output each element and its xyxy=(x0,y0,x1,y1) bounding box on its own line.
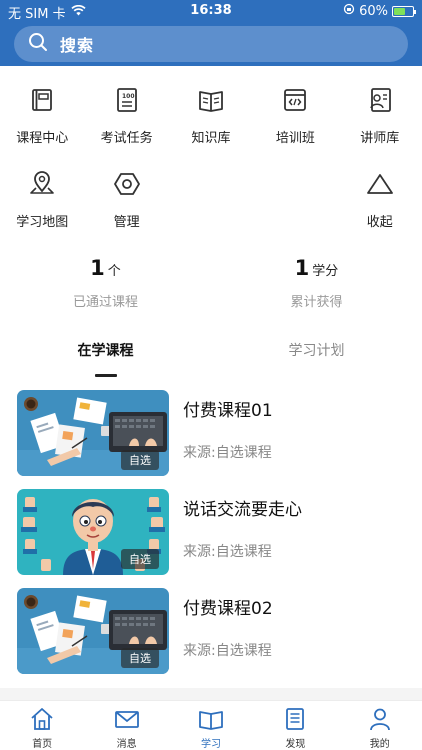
search-icon xyxy=(28,32,48,56)
user-icon xyxy=(369,708,390,731)
grid-item-learning-map[interactable]: 学习地图 xyxy=(0,164,84,248)
stat-passed-courses[interactable]: 1 个 已通过课程 xyxy=(0,256,211,310)
grid-item-training-class[interactable]: 培训班 xyxy=(253,80,337,164)
course-title: 付费课程01 xyxy=(183,401,273,421)
triangle-collapse-icon xyxy=(366,174,393,194)
course-badge: 自选 xyxy=(121,549,159,569)
course-tabs: 在学课程 学习计划 xyxy=(0,340,422,378)
learning-stats: 1 个 已通过课程 1 学分 累计获得 xyxy=(0,256,422,310)
course-source: 来源:自选课程 xyxy=(183,544,272,560)
grid-item-label: 管理 xyxy=(113,215,140,230)
grid-item-course-center[interactable]: 课程中心 xyxy=(0,80,84,164)
grid-item-lecturer[interactable]: 讲师库 xyxy=(338,80,422,164)
course-thumbnail[interactable]: 自选 xyxy=(17,489,169,575)
tab-current-courses[interactable]: 在学课程 xyxy=(0,340,211,378)
tabbar-study[interactable]: 学习 xyxy=(169,701,253,750)
course-thumbnail[interactable]: 自选 xyxy=(17,390,169,476)
function-grid: 课程中心 100 考试任务 知识库 培训班 讲师库 学习地图 管理 收起 xyxy=(0,80,422,248)
stat-unit: 学分 xyxy=(312,264,339,279)
hexagon-settings-icon xyxy=(113,173,140,195)
tabbar-label: 我的 xyxy=(369,739,390,750)
document-icon xyxy=(286,708,305,730)
grid-item-label: 讲师库 xyxy=(360,131,400,146)
tab-label: 学习计划 xyxy=(288,343,345,359)
course-badge: 自选 xyxy=(121,450,159,470)
list-item[interactable]: 自选 说话交流要走心 来源:自选课程 xyxy=(0,487,422,586)
grid-item-label: 学习地图 xyxy=(16,215,69,230)
orientation-lock-icon xyxy=(343,3,355,19)
map-pin-icon xyxy=(30,171,54,194)
course-source: 来源:自选课程 xyxy=(183,643,272,659)
grid-item-collapse[interactable]: 收起 xyxy=(338,164,422,248)
tabbar-label: 发现 xyxy=(285,739,306,750)
knowledge-book-icon xyxy=(199,91,223,112)
mail-icon xyxy=(114,711,139,728)
stat-label: 已通过课程 xyxy=(72,295,138,310)
course-thumbnail[interactable]: 自选 xyxy=(17,588,169,674)
list-item[interactable]: 自选 付费课程02 来源:自选课程 xyxy=(0,586,422,685)
stat-value: 1 xyxy=(294,256,310,280)
grid-item-label: 收起 xyxy=(366,215,393,230)
lecturer-icon xyxy=(370,88,391,112)
battery-percent: 60% xyxy=(359,3,388,19)
grid-item-manage[interactable]: 管理 xyxy=(84,164,168,248)
tabbar-home[interactable]: 首页 xyxy=(0,701,84,750)
stat-label: 累计获得 xyxy=(290,295,343,310)
grid-item-label: 考试任务 xyxy=(100,131,153,146)
tabbar-messages[interactable]: 消息 xyxy=(84,701,168,750)
stat-value-row: 1 个 xyxy=(0,256,211,284)
stat-value: 1 xyxy=(90,256,105,280)
stat-unit: 个 xyxy=(107,264,121,279)
open-book-icon xyxy=(199,711,223,730)
tabbar-label: 学习 xyxy=(200,739,221,750)
course-source: 来源:自选课程 xyxy=(183,445,272,461)
tab-label: 在学课程 xyxy=(77,343,134,359)
grid-item-label: 知识库 xyxy=(191,131,231,146)
exam-icon: 100 xyxy=(116,88,137,112)
search-header: 搜索 xyxy=(0,22,422,66)
course-title: 付费课程02 xyxy=(183,599,273,619)
grid-item-label: 培训班 xyxy=(275,131,315,146)
tabbar-discover[interactable]: 发现 xyxy=(253,701,337,750)
course-book-icon xyxy=(32,89,53,111)
search-placeholder: 搜索 xyxy=(60,36,95,55)
battery-fill xyxy=(394,7,405,15)
svg-text:100: 100 xyxy=(122,93,135,100)
stat-value-row: 1 学分 xyxy=(211,256,422,284)
grid-row: 课程中心 100 考试任务 知识库 培训班 讲师库 xyxy=(0,80,422,164)
status-bar: 无 SIM 卡 16:38 60% xyxy=(0,0,422,22)
course-list: 自选 付费课程01 来源:自选课程 自选 说话交流要走心 来源:自选课程 自选 … xyxy=(0,388,422,685)
home-icon xyxy=(31,708,53,730)
grid-item-knowledge-base[interactable]: 知识库 xyxy=(169,80,253,164)
stat-total-credits[interactable]: 1 学分 累计获得 xyxy=(211,256,422,310)
tabbar-mine[interactable]: 我的 xyxy=(338,701,422,750)
tabbar-label: 首页 xyxy=(32,739,53,750)
grid-row: 学习地图 管理 收起 xyxy=(0,164,422,248)
search-input[interactable]: 搜索 xyxy=(14,26,408,62)
status-right: 60% xyxy=(343,3,416,19)
training-class-icon xyxy=(284,89,307,111)
battery-icon xyxy=(392,5,416,17)
grid-item-label: 课程中心 xyxy=(16,131,69,146)
tab-active-indicator xyxy=(94,374,117,377)
section-divider xyxy=(0,688,422,700)
tabbar-label: 消息 xyxy=(116,739,137,750)
course-badge: 自选 xyxy=(121,648,159,668)
tab-learning-plan[interactable]: 学习计划 xyxy=(211,340,422,378)
course-title: 说话交流要走心 xyxy=(183,500,302,520)
bottom-tab-bar: 首页 消息 学习 发现 我的 xyxy=(0,700,422,750)
list-item[interactable]: 自选 付费课程01 来源:自选课程 xyxy=(0,388,422,487)
grid-item-exam-task[interactable]: 100 考试任务 xyxy=(84,80,168,164)
